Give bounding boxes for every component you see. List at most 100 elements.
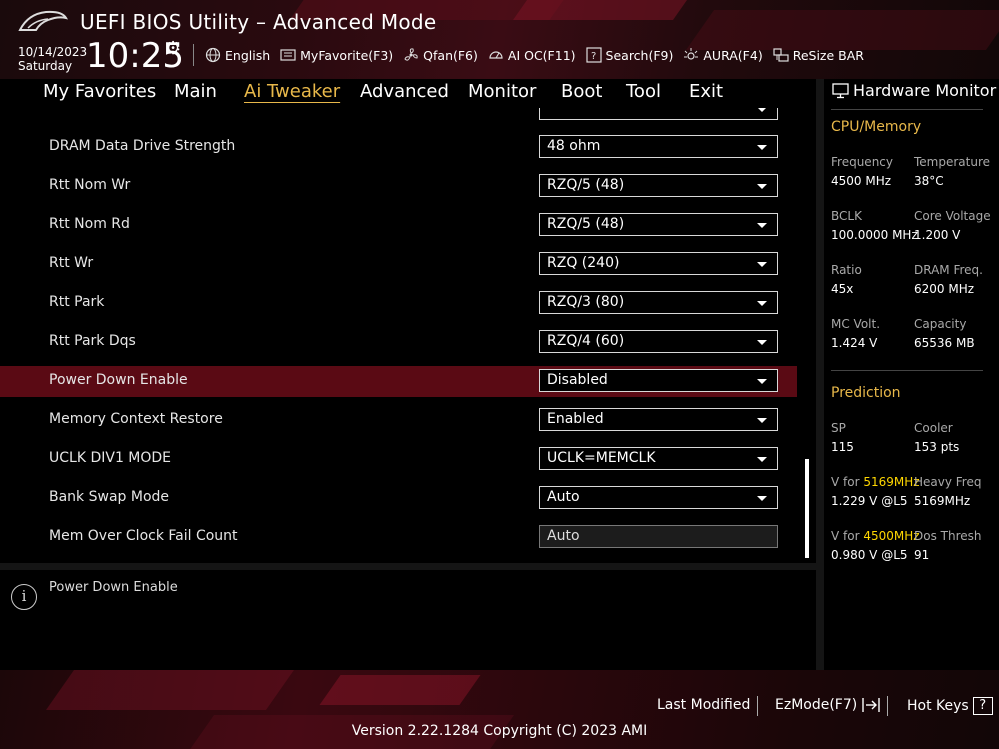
monitor-icon [832,82,849,98]
cooler-label: Cooler [914,421,953,435]
scrollbar[interactable] [805,459,809,558]
aura-label: AURA(F4) [703,47,763,63]
setting-row[interactable]: DRAM Data Drive Strength 48 ohm [0,132,797,163]
dram-freq-label: DRAM Freq. [914,263,983,277]
v-for-text: V for [831,529,860,543]
setting-value: Enabled [547,411,604,427]
tab-exit[interactable]: Exit [689,81,723,102]
divider [757,696,758,716]
setting-value: RZQ/5 (48) [547,216,625,232]
dram-freq-value: 6200 MHz [914,282,975,296]
mc-volt-label: MC Volt. [831,317,881,331]
divider [816,79,824,670]
setting-dropdown[interactable]: UCLK=MEMCLK [539,447,778,470]
setting-row[interactable]: UCLK DIV1 MODE UCLK=MEMCLK [0,444,797,475]
svg-text:?: ? [591,51,596,62]
tab-monitor[interactable]: Monitor [468,81,536,102]
setting-dropdown[interactable]: RZQ/5 (48) [539,174,778,197]
setting-label: Rtt Park [49,294,105,310]
setting-dropdown[interactable]: 48 ohm [539,135,778,158]
ai-oc-button[interactable]: AI OC(F11) [488,47,576,63]
help-text: Power Down Enable [49,580,178,595]
tab-advanced[interactable]: Advanced [360,81,449,102]
header-bar: UEFI BIOS Utility – Advanced Mode 10/14/… [0,0,999,79]
dos-thresh-label: Dos Thresh [914,529,982,543]
temperature-label: Temperature [914,155,991,169]
setting-row[interactable]: Rtt Wr RZQ (240) [0,249,797,280]
tab-my-favorites[interactable]: My Favorites [43,81,156,102]
heavy-freq-value: 5169MHz [914,494,971,508]
divider [0,563,816,570]
aura-button[interactable]: AURA(F4) [683,47,763,63]
setting-dropdown[interactable]: Disabled [539,369,778,392]
setting-input[interactable]: Auto [539,525,778,548]
setting-row[interactable]: Rtt Park RZQ/3 (80) [0,288,797,319]
setting-label: Rtt Wr [49,255,94,271]
chevron-down-icon [757,184,767,189]
setting-value: UCLK=MEMCLK [547,450,656,466]
setting-label: Power Down Enable [49,372,188,388]
date-text: 10/14/2023 [18,45,88,59]
myfavorite-button[interactable]: MyFavorite(F3) [280,47,393,63]
ezmode-button[interactable]: EzMode(F7) [775,697,881,713]
temperature-value: 38°C [914,174,944,188]
core-voltage-value: 1.200 V [914,228,961,242]
setting-label: Memory Context Restore [49,411,223,427]
setting-row[interactable]: Mem Over Clock Fail Count Auto [0,522,797,553]
toolbar: English MyFavorite(F3) Qfan(F6) AI OC(F1… [205,44,864,66]
divider [193,44,194,66]
setting-dropdown[interactable]: Enabled [539,408,778,431]
setting-dropdown[interactable]: Auto [539,486,778,509]
hardware-monitor-label: Hardware Monitor [853,81,997,100]
setting-row[interactable]: Rtt Nom Rd RZQ/5 (48) [0,210,797,241]
setting-dropdown[interactable]: RZQ/3 (80) [539,291,778,314]
hot-keys-label: Hot Keys [907,698,969,714]
day-text: Saturday [18,59,73,73]
tab-ai-tweaker[interactable]: Ai Tweaker [244,81,340,102]
v-for-value: 0.980 V @L5 [831,548,908,562]
bclk-value: 100.0000 MHz [831,228,918,242]
hot-keys-button[interactable]: Hot Keys ? [907,697,993,715]
gear-icon[interactable]: ⚙ [165,38,181,59]
v-for-label: V for 4500MHz [831,529,920,543]
ratio-label: Ratio [831,263,862,277]
v-for-freq: 5169MHz [863,475,920,489]
language-label: English [225,47,271,63]
cpu-memory-section: CPU/Memory [831,119,922,135]
setting-label: Rtt Park Dqs [49,333,136,349]
v-for-value: 1.229 V @L5 [831,494,908,508]
resize-bar-button[interactable]: ReSize BAR [773,47,864,63]
setting-dropdown-clipped[interactable] [539,108,778,120]
window-title: UEFI BIOS Utility – Advanced Mode [80,10,437,34]
globe-icon [205,47,221,63]
setting-value: RZQ (240) [547,255,620,271]
tab-tool[interactable]: Tool [626,81,661,102]
myfavorite-label: MyFavorite(F3) [300,47,394,63]
setting-row-selected[interactable]: Power Down Enable Disabled [0,366,797,397]
last-modified-button[interactable]: Last Modified [657,697,750,713]
setting-value: Auto [547,528,580,544]
footer-bar: Last Modified EzMode(F7) Hot Keys ? Vers… [0,670,999,749]
rog-logo-icon [18,10,68,31]
setting-row[interactable]: Rtt Nom Wr RZQ/5 (48) [0,171,797,202]
setting-label: DRAM Data Drive Strength [49,138,236,154]
setting-row[interactable]: Rtt Park Dqs RZQ/4 (60) [0,327,797,358]
setting-dropdown[interactable]: RZQ/4 (60) [539,330,778,353]
search-label: Search(F9) [605,47,674,63]
setting-dropdown[interactable]: RZQ/5 (48) [539,213,778,236]
setting-value: 48 ohm [547,138,601,154]
chevron-down-icon [757,496,767,501]
setting-row[interactable]: Bank Swap Mode Auto [0,483,797,514]
sp-label: SP [831,421,846,435]
language-button[interactable]: English [205,47,270,63]
divider [831,370,983,371]
setting-dropdown[interactable]: RZQ (240) [539,252,778,275]
setting-row[interactable]: Memory Context Restore Enabled [0,405,797,436]
tab-boot[interactable]: Boot [561,81,602,102]
mc-volt-value: 1.424 V [831,336,878,350]
ratio-value: 45x [831,282,854,296]
qfan-button[interactable]: Qfan(F6) [403,47,478,63]
search-button[interactable]: ? Search(F9) [585,47,674,63]
v-for-label: V for 5169MHz [831,475,920,489]
tab-main[interactable]: Main [174,81,217,102]
